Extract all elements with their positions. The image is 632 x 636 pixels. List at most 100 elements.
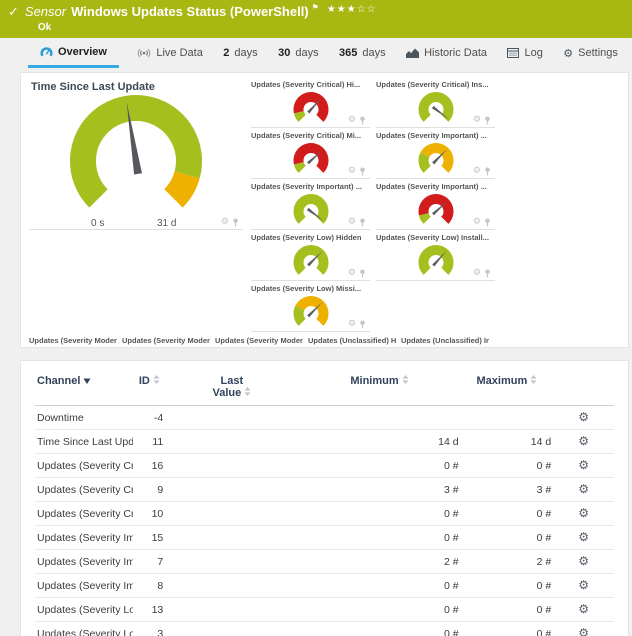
tab-label: days <box>234 47 257 59</box>
cell-actions: ⚙ <box>553 550 614 574</box>
cell-actions: ⚙ <box>553 454 614 478</box>
pin-icon[interactable] <box>359 167 366 176</box>
content-area: Time Since Last Update 0 s 31 d ⚙ Update… <box>20 72 629 636</box>
gauges-panel: Time Since Last Update 0 s 31 d ⚙ Update… <box>20 72 629 348</box>
tab-365-days[interactable]: 365 days <box>337 38 388 68</box>
gauge-label: Updates (Severity Critical) Ins... <box>376 77 495 89</box>
gear-icon[interactable]: ⚙ <box>221 218 229 227</box>
sensor-status-text: Ok <box>38 22 377 33</box>
tile-actions: ⚙ <box>348 320 366 329</box>
gauge-tile: Updates (Severity Important) ...⚙ <box>376 128 495 179</box>
tab-label: days <box>295 47 318 59</box>
pin-icon[interactable] <box>484 269 491 278</box>
gear-icon[interactable]: ⚙ <box>348 116 356 125</box>
gear-icon[interactable]: ⚙ <box>473 269 481 278</box>
cell-min: 0 # <box>298 502 460 526</box>
tile-actions: ⚙ <box>473 167 491 176</box>
channel-settings-icon[interactable]: ⚙ <box>578 458 589 472</box>
gauge-label: Updates (Severity Critical) Mi... <box>251 128 370 140</box>
channel-settings-icon[interactable]: ⚙ <box>578 554 589 568</box>
pin-icon[interactable] <box>359 269 366 278</box>
channel-settings-icon[interactable]: ⚙ <box>578 530 589 544</box>
pin-icon[interactable] <box>232 218 239 227</box>
column-header-last-value[interactable]: LastValue <box>165 369 298 406</box>
column-header-channel[interactable]: Channel <box>35 369 133 406</box>
tab-label: Log <box>524 47 542 59</box>
channel-settings-icon[interactable]: ⚙ <box>578 578 589 592</box>
gauge-tile: Updates (Severity Low) Missi...⚙ <box>251 281 370 332</box>
gauge-scale: 0 s 31 d <box>29 220 243 234</box>
log-icon <box>507 48 519 58</box>
tab-2-days[interactable]: 2days <box>221 38 259 68</box>
gauge-tile: Updates (Unclassified) Install...⚙ <box>401 333 489 348</box>
channel-settings-icon[interactable]: ⚙ <box>578 626 589 636</box>
cell-actions: ⚙ <box>553 502 614 526</box>
column-header-label: Minimum <box>350 375 398 387</box>
gauge-label: Updates (Unclassified) Install... <box>401 333 489 345</box>
gauge-label: Updates (Severity Important) ... <box>376 179 495 191</box>
column-header-maximum[interactable]: Maximum <box>461 369 554 406</box>
cell-last <box>165 574 298 598</box>
channel-gauge <box>122 346 210 348</box>
tab-log[interactable]: Log <box>505 38 544 68</box>
tab-settings[interactable]: ⚙Settings <box>561 38 620 68</box>
tab-label: days <box>362 47 385 59</box>
pin-icon[interactable] <box>484 116 491 125</box>
tile-actions: ⚙ <box>473 269 491 278</box>
pin-icon[interactable] <box>359 116 366 125</box>
gauge-label: Updates (Severity Moderate) ... <box>215 333 303 345</box>
pin-icon[interactable] <box>359 320 366 329</box>
cell-id: 8 <box>133 574 165 598</box>
cell-min: 0 # <box>298 526 460 550</box>
gauge-label: Updates (Severity Moderate) I... <box>122 333 210 345</box>
cell-last <box>165 406 298 430</box>
page-title: Windows Updates Status (PowerShell) <box>71 4 309 19</box>
gear-icon[interactable]: ⚙ <box>473 167 481 176</box>
cell-max: 0 # <box>461 502 554 526</box>
status-ok-check-icon: ✓ <box>8 6 19 19</box>
gauge-min-label: 0 s <box>91 218 104 229</box>
cell-actions: ⚙ <box>553 526 614 550</box>
table-row: Updates (Severity Critic...100 #0 #⚙ <box>35 502 614 526</box>
flag-icon[interactable]: ⚑ <box>312 4 319 12</box>
table-row: Updates (Severity Impo...80 #0 #⚙ <box>35 574 614 598</box>
gear-icon[interactable]: ⚙ <box>473 218 481 227</box>
gear-icon[interactable]: ⚙ <box>348 320 356 329</box>
gauge-label: Updates (Unclassified) Hidden <box>308 333 396 345</box>
cell-id: 13 <box>133 598 165 622</box>
pin-icon[interactable] <box>484 218 491 227</box>
tab-number: 365 <box>339 47 357 59</box>
gear-icon[interactable]: ⚙ <box>348 269 356 278</box>
channel-settings-icon[interactable]: ⚙ <box>578 506 589 520</box>
table-row: Updates (Severity Critic...93 #3 #⚙ <box>35 478 614 502</box>
object-type-label: Sensor <box>25 4 66 19</box>
channel-settings-icon[interactable]: ⚙ <box>578 410 589 424</box>
cell-max: 0 # <box>461 526 554 550</box>
tab-30-days[interactable]: 30days <box>276 38 321 68</box>
pin-icon[interactable] <box>484 167 491 176</box>
channel-settings-icon[interactable]: ⚙ <box>578 602 589 616</box>
gauge-tile: Updates (Severity Important) ...⚙ <box>251 179 370 230</box>
gear-icon[interactable]: ⚙ <box>348 218 356 227</box>
table-row: Updates (Severity Critic...160 #0 #⚙ <box>35 454 614 478</box>
pin-icon[interactable] <box>359 218 366 227</box>
channel-settings-icon[interactable]: ⚙ <box>578 434 589 448</box>
priority-stars[interactable]: ★★★☆☆ <box>327 5 377 15</box>
cell-actions: ⚙ <box>553 622 614 636</box>
tab-historic-data[interactable]: Historic Data <box>404 38 489 68</box>
column-header-id[interactable]: ID <box>133 369 165 406</box>
cell-last <box>165 430 298 454</box>
tab-live-data[interactable]: Live Data <box>135 38 204 68</box>
channel-gauge <box>401 346 489 348</box>
tab-overview[interactable]: Overview <box>28 38 119 68</box>
channel-settings-icon[interactable]: ⚙ <box>578 482 589 496</box>
gauge-tile: Updates (Severity Critical) Hi...⚙ <box>251 77 370 128</box>
gear-icon[interactable]: ⚙ <box>348 167 356 176</box>
prtg-sensor-page: ✓ Sensor Windows Updates Status (PowerSh… <box>0 0 632 636</box>
cell-id: 3 <box>133 622 165 636</box>
gear-icon[interactable]: ⚙ <box>473 116 481 125</box>
cell-id: 15 <box>133 526 165 550</box>
column-header-label: Channel <box>37 375 80 387</box>
column-header-minimum[interactable]: Minimum <box>298 369 460 406</box>
gauge-label: Updates (Severity Moderate) ... <box>29 333 117 345</box>
